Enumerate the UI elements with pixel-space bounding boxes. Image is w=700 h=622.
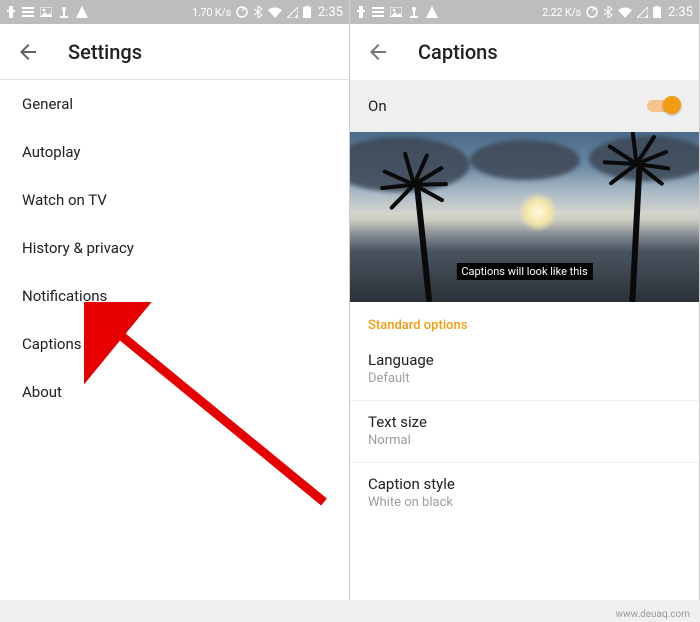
usb-icon: [408, 6, 420, 18]
app-bar: Captions: [350, 24, 699, 80]
settings-item-history-privacy[interactable]: History & privacy: [0, 224, 349, 272]
warning-icon: [426, 6, 438, 18]
captions-screen: 2.22 K/s 2:35 Captions On: [350, 0, 699, 600]
back-arrow-icon[interactable]: [366, 40, 390, 64]
captions-toggle-row: On: [350, 80, 699, 132]
option-title: Text size: [368, 413, 681, 431]
key-icon: [6, 6, 16, 18]
bluetooth-icon: [603, 6, 613, 18]
option-text-size[interactable]: Text size Normal: [350, 401, 699, 463]
settings-screen: 1.70 K/s 2:35 Settings General Autoplay …: [0, 0, 349, 600]
network-speed: 2.22 K/s: [542, 6, 581, 19]
option-value: Default: [368, 371, 681, 386]
option-caption-style[interactable]: Caption style White on black: [350, 463, 699, 524]
settings-item-notifications[interactable]: Notifications: [0, 272, 349, 320]
cell-signal-icon: [287, 7, 298, 18]
settings-item-captions[interactable]: Captions: [0, 320, 349, 368]
sync-icon: [236, 6, 248, 18]
watermark: www.deuaq.com: [616, 609, 691, 620]
settings-item-autoplay[interactable]: Autoplay: [0, 128, 349, 176]
page-title: Settings: [68, 40, 142, 64]
usb-icon: [58, 6, 70, 18]
settings-list: General Autoplay Watch on TV History & p…: [0, 80, 349, 600]
bluetooth-icon: [253, 6, 263, 18]
status-bar: 1.70 K/s 2:35: [0, 0, 349, 24]
app-bar: Settings: [0, 24, 349, 80]
key-icon: [356, 6, 366, 18]
clock: 2:35: [668, 5, 693, 20]
checklist-icon: [22, 6, 34, 18]
cell-signal-icon: [637, 7, 648, 18]
settings-item-watch-on-tv[interactable]: Watch on TV: [0, 176, 349, 224]
option-language[interactable]: Language Default: [350, 339, 699, 401]
wifi-icon: [268, 7, 282, 18]
caption-preview: Captions will look like this: [350, 132, 699, 302]
captions-switch[interactable]: [647, 96, 681, 116]
settings-item-about[interactable]: About: [0, 368, 349, 416]
option-value: White on black: [368, 495, 681, 510]
network-speed: 1.70 K/s: [192, 6, 231, 19]
clock: 2:35: [318, 5, 343, 20]
caption-sample-text: Captions will look like this: [456, 263, 592, 280]
image-icon: [40, 7, 52, 17]
option-title: Language: [368, 351, 681, 369]
battery-icon: [653, 6, 661, 18]
image-icon: [390, 7, 402, 17]
wifi-icon: [618, 7, 632, 18]
toggle-label: On: [368, 97, 387, 115]
battery-icon: [303, 6, 311, 18]
warning-icon: [76, 6, 88, 18]
settings-item-general[interactable]: General: [0, 80, 349, 128]
section-header: Standard options: [350, 302, 699, 339]
back-arrow-icon[interactable]: [16, 40, 40, 64]
option-title: Caption style: [368, 475, 681, 493]
checklist-icon: [372, 6, 384, 18]
sync-icon: [586, 6, 598, 18]
status-bar: 2.22 K/s 2:35: [350, 0, 699, 24]
page-title: Captions: [418, 40, 498, 64]
option-value: Normal: [368, 433, 681, 448]
